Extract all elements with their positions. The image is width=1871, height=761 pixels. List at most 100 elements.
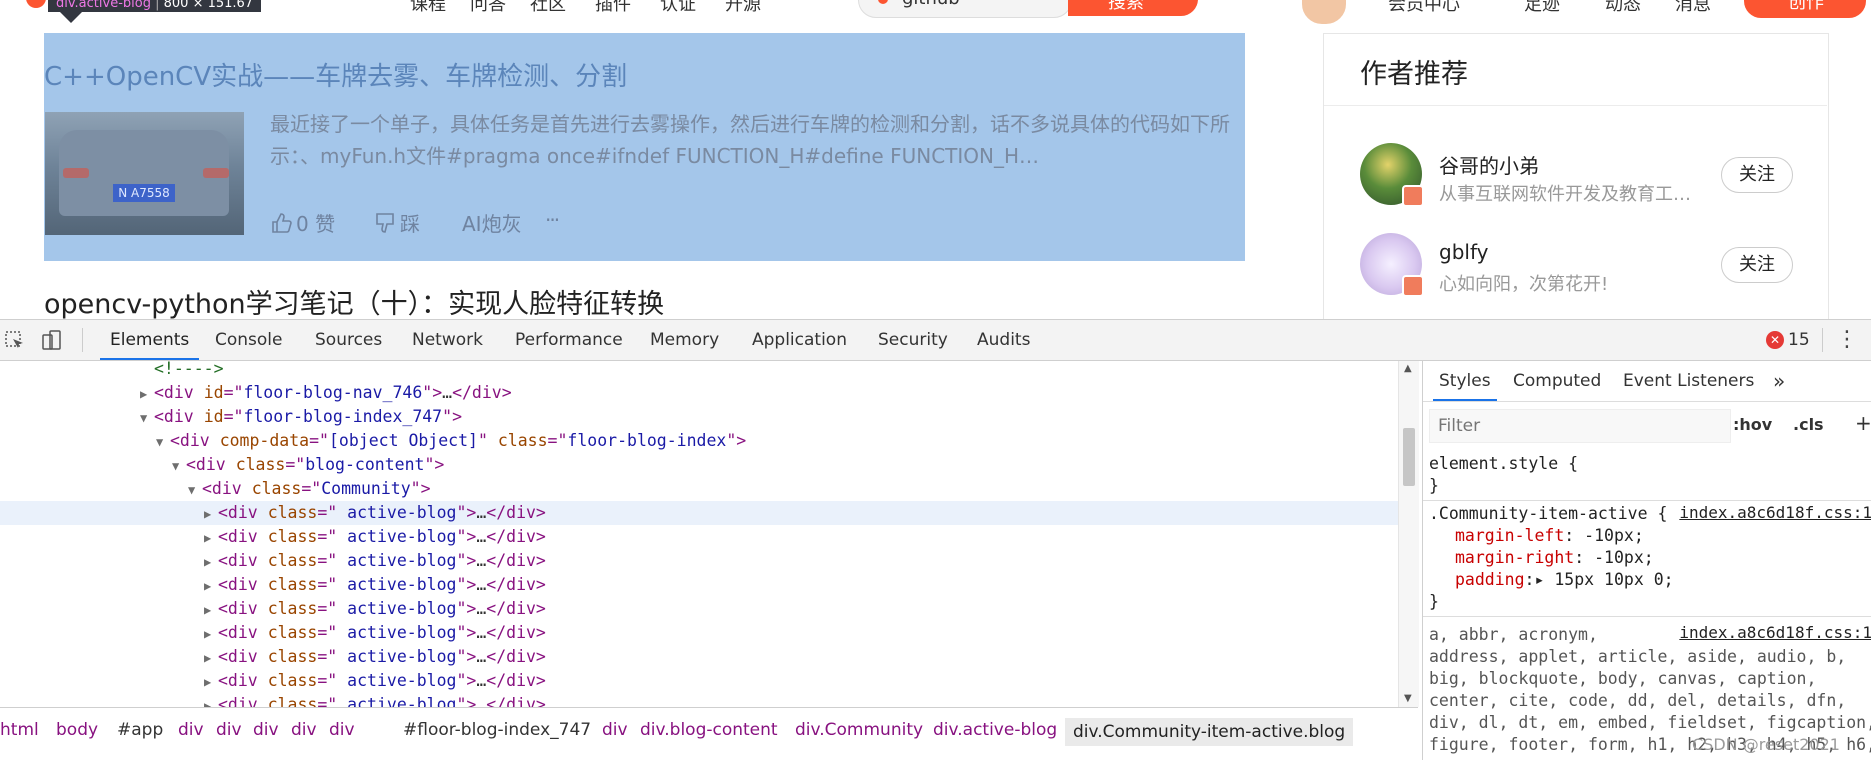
blog-item-description[interactable]: 最近接了一个单子，具体任务是首先进行去雾操作，然后进行车牌的检测和分割，话不多说… [270, 108, 1240, 172]
collapsed-triangle-icon[interactable]: ▶ [204, 646, 218, 670]
follow-button-1[interactable]: 关注 [1721, 157, 1793, 193]
dom-node[interactable]: ▼ <div id="floor-blog-index_747"> [0, 405, 462, 429]
collapsed-triangle-icon[interactable]: ▶ [140, 382, 154, 406]
more-tabs-icon[interactable]: » [1773, 361, 1785, 401]
tab-elements[interactable]: Elements [100, 320, 200, 360]
author-name-2[interactable]: gblfy [1439, 240, 1488, 264]
dom-node[interactable]: ▶ <div class=" active-blog">…</div> [0, 549, 546, 573]
dom-node[interactable]: ▶ <div class=" active-blog">…</div> [0, 621, 546, 645]
breadcrumb-item[interactable]: div [216, 720, 242, 740]
css-selector-line[interactable]: div, dl, dt, em, embed, fieldset, figcap… [1429, 712, 1871, 734]
nav-item-cert[interactable]: 认证 [660, 0, 696, 16]
breadcrumb-item[interactable]: #app [117, 720, 163, 740]
site-search-input[interactable] [858, 0, 1072, 18]
error-count[interactable]: 15 [1788, 320, 1810, 360]
css-selector-line[interactable]: address, applet, article, aside, audio, … [1429, 646, 1846, 668]
breadcrumb-item[interactable]: div [602, 720, 628, 740]
dom-node[interactable]: ▼ <div comp-data="[object Object]" class=… [0, 429, 746, 453]
dom-tree[interactable]: <!----> ▶ <div id="floor-blog-nav_746">…</… [0, 361, 1398, 707]
dislike-button[interactable]: 踩 [374, 208, 420, 237]
hov-toggle[interactable]: :hov [1733, 415, 1772, 434]
dom-node[interactable]: ▶ <div class=" active-blog">…</div> [0, 525, 546, 549]
tab-styles[interactable]: Styles [1433, 361, 1497, 401]
tab-console[interactable]: Console [215, 320, 283, 360]
collapsed-triangle-icon[interactable]: ▶ [204, 550, 218, 574]
css-property[interactable]: margin-left: -10px; [1455, 525, 1644, 547]
breadcrumb-item[interactable]: #floor-blog-index_747 [403, 720, 591, 740]
nav-item-opensource[interactable]: 开源 [725, 0, 761, 16]
tab-security[interactable]: Security [878, 320, 948, 360]
nav-footprint[interactable]: 足迹 [1524, 0, 1560, 16]
dom-node[interactable]: ▼ <div class="blog-content"> [0, 453, 444, 477]
collapsed-triangle-icon[interactable]: ▶ [204, 622, 218, 646]
css-selector-line[interactable]: center, cite, code, dd, del, details, df… [1429, 690, 1846, 712]
collapsed-triangle-icon[interactable]: ▶ [204, 526, 218, 550]
breadcrumb-item[interactable]: div.active-blog [933, 720, 1057, 740]
next-blog-title[interactable]: opencv-python学习笔记（十）：实现人脸特征转换 [44, 282, 664, 321]
css-selector-line[interactable]: a, abbr, acronym, [1429, 624, 1598, 646]
expanded-triangle-icon[interactable]: ▼ [140, 406, 154, 430]
author-name-1[interactable]: 谷哥的小弟 [1439, 150, 1539, 179]
follow-button-2[interactable]: 关注 [1721, 247, 1793, 283]
nav-messages[interactable]: 消息 [1675, 0, 1711, 16]
user-avatar[interactable] [1300, 0, 1348, 26]
breadcrumb-item[interactable]: div.Community-item-active.blog [1065, 718, 1354, 746]
dom-node[interactable]: ▶ <div class=" active-blog">…</div> [0, 573, 546, 597]
blog-item-thumbnail[interactable]: N A7558 [45, 112, 244, 235]
css-selector-line[interactable]: big, blockquote, body, canvas, caption, [1429, 668, 1816, 690]
tab-event-listeners[interactable]: Event Listeners [1623, 361, 1754, 401]
breadcrumb-item[interactable]: div [291, 720, 317, 740]
search-button[interactable]: 搜索 [1068, 0, 1198, 16]
dom-node[interactable]: ▶ <div class=" active-blog">…</div> [0, 645, 546, 669]
breadcrumb-item[interactable]: div [178, 720, 204, 740]
site-logo[interactable] [26, 0, 46, 8]
dom-node[interactable]: ▶ <div class=" active-blog">…</div> [0, 669, 546, 693]
scroll-down-icon[interactable]: ▼ [1404, 693, 1412, 704]
kebab-menu-icon[interactable]: ⋮ [1836, 320, 1858, 360]
nav-item-plugins[interactable]: 插件 [595, 0, 631, 16]
nav-item-community[interactable]: 社区 [530, 0, 566, 16]
tab-network[interactable]: Network [412, 320, 483, 360]
inspect-element-icon[interactable] [4, 330, 26, 352]
tab-computed[interactable]: Computed [1513, 361, 1601, 401]
breadcrumb-item[interactable]: div [329, 720, 355, 740]
nav-item-qa[interactable]: 问答 [470, 0, 506, 16]
tab-application[interactable]: Application [752, 320, 847, 360]
breadcrumb-item[interactable]: html [0, 720, 39, 740]
tab-performance[interactable]: Performance [515, 320, 623, 360]
tab-memory[interactable]: Memory [650, 320, 719, 360]
dom-scrollbar[interactable]: ▲ ▼ [1398, 361, 1419, 707]
add-rule-icon[interactable]: + [1855, 411, 1871, 435]
device-toolbar-icon[interactable] [40, 329, 64, 353]
dom-node[interactable]: ▶ <div class=" active-blog">…</div> [0, 501, 1398, 525]
dom-node[interactable]: ▶ <div id="floor-blog-nav_746">…</div> [0, 381, 512, 405]
breadcrumb-item[interactable]: div [253, 720, 279, 740]
tab-audits[interactable]: Audits [977, 320, 1030, 360]
dom-comment-node[interactable]: <!----> [0, 361, 224, 381]
rule2-source-link[interactable]: index.a8c6d18f.css:1 [1679, 623, 1871, 642]
create-button[interactable]: 创作 [1744, 0, 1866, 18]
dom-node[interactable]: ▶ <div class=" active-blog">…</div> [0, 597, 546, 621]
expanded-triangle-icon[interactable]: ▼ [156, 430, 170, 454]
breadcrumb-item[interactable]: div.Community [795, 720, 923, 740]
rule1-source-link[interactable]: index.a8c6d18f.css:1 [1679, 503, 1871, 522]
nav-vip[interactable]: 会员中心 [1388, 0, 1460, 16]
more-menu-icon[interactable]: ··· [545, 208, 560, 232]
styles-filter-input[interactable] [1429, 409, 1731, 443]
breadcrumb-item[interactable]: div.blog-content [640, 720, 778, 740]
dom-node[interactable]: ▼ <div class="Community"> [0, 477, 431, 501]
expanded-triangle-icon[interactable]: ▼ [172, 454, 186, 478]
element-style-open[interactable]: element.style { [1429, 453, 1578, 475]
rule1-selector[interactable]: .Community-item-active { [1429, 503, 1667, 525]
scrollbar-thumb[interactable] [1403, 428, 1415, 486]
tab-sources[interactable]: Sources [315, 320, 382, 360]
scroll-up-icon[interactable]: ▲ [1404, 363, 1412, 374]
css-property[interactable]: padding:▸ 15px 10px 0; [1455, 569, 1674, 591]
like-button[interactable]: 0 赞 [270, 208, 335, 237]
collapsed-triangle-icon[interactable]: ▶ [204, 694, 218, 707]
expanded-triangle-icon[interactable]: ▼ [188, 478, 202, 502]
nav-dynamic[interactable]: 动态 [1605, 0, 1641, 16]
blog-item-title[interactable]: C++OpenCV实战——车牌去雾、车牌检测、分割 [44, 56, 627, 93]
dom-node[interactable]: ▶ <div class=" active-blog">…</div> [0, 693, 546, 707]
breadcrumb-item[interactable]: body [56, 720, 98, 740]
